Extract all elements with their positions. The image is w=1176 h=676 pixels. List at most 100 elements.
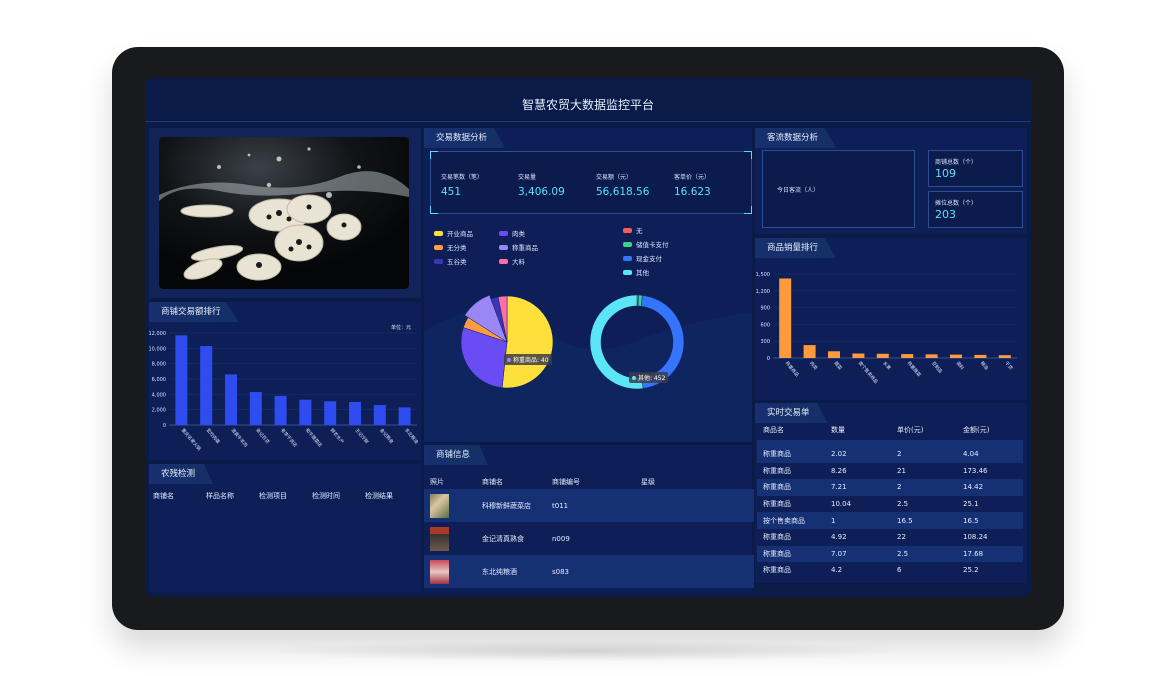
today-traffic-label: 今日客流（人） — [777, 187, 820, 194]
legend-item[interactable]: 开业商品 — [434, 228, 473, 238]
legend-item[interactable]: 现金支付 — [623, 253, 662, 263]
legend-swatch — [623, 227, 632, 233]
table-cell: 14.42 — [957, 479, 1023, 496]
legend-item[interactable]: 无 — [623, 225, 643, 235]
table-row[interactable]: 按个售卖商品 1 16.5 16.5 — [757, 512, 1023, 529]
x-tick-label: 豆制品 — [930, 360, 944, 375]
column-header: 单价(元) — [897, 426, 924, 434]
traffic-panel: 客流数据分析 今日客流（人） 商铺总数（个） 109 摊位总数（个） 203 — [755, 128, 1027, 234]
legend-item[interactable]: 称重商品 — [499, 242, 538, 252]
stat-trade-amount: 交易额（元） 56,618.56 — [596, 172, 649, 198]
table-row[interactable]: 称重商品 2.02 2 4.04 — [757, 446, 1023, 463]
table-cell: 2 — [891, 479, 957, 496]
trade-tab[interactable]: 交易数据分析 — [424, 128, 506, 148]
table-row[interactable]: 称重商品 10.04 2.5 25.1 — [757, 496, 1023, 513]
column-header: 照片 — [430, 478, 444, 486]
table-row[interactable]: 称重商品 4.92 22 108.24 — [757, 529, 1023, 546]
shop-rank-panel: 商铺交易额排行 单位：元 0 2,000 4,000 6,000 8,000 10,000… — [149, 302, 421, 460]
donut-tooltip: 其他: 452 — [629, 372, 669, 383]
table-cell: 称重商品 — [763, 500, 791, 509]
shop-rank-tab[interactable]: 商铺交易额排行 — [149, 302, 239, 322]
legend-label: 现金支付 — [636, 255, 662, 263]
x-tick-label: 称重商品 — [784, 360, 801, 379]
y-tick-label: 6,000 — [152, 377, 166, 383]
video-panel — [149, 128, 421, 298]
legend-label: 无 — [636, 227, 643, 235]
table-row[interactable]: 称重商品 8.26 21 173.46 — [757, 463, 1023, 480]
realtime-scroll-area[interactable]: 称重商品 2.02 2 4.04 称重商品 8.26 21 173.46 称重商品 7.21 2 14… — [757, 440, 1023, 582]
table-cell: 称重商品 — [763, 533, 791, 542]
table-cell: 6 — [897, 566, 902, 575]
shop-code: t011 — [552, 501, 569, 510]
goods-sales-bar-chart: 0 300 600 900 1,200 1,500 称重商品 肉类 蔬菜 按个售卖商品 水果 称重蔬菜… — [756, 272, 1017, 385]
y-tick-label: 4,000 — [152, 392, 166, 398]
legend-item[interactable]: 储值卡支付 — [623, 239, 669, 249]
legend-swatch — [623, 241, 632, 247]
y-tick-label: 8,000 — [152, 362, 166, 368]
legend-item[interactable]: 大料 — [499, 256, 525, 266]
stat-value: 56,618.56 — [596, 186, 650, 198]
legend-label: 五谷类 — [447, 258, 467, 266]
stat-trade-count: 交易笔数（笔） 451 — [441, 172, 483, 198]
column-header: 商品名 — [763, 426, 784, 434]
table-cell: 17.68 — [957, 545, 1023, 563]
legend-swatch — [623, 255, 632, 261]
table-row[interactable]: 称重商品 7.07 2.5 17.68 — [757, 545, 1023, 563]
traffic-tab[interactable]: 客流数据分析 — [755, 128, 837, 148]
y-tick-label: 0 — [163, 423, 166, 429]
x-tick-label: 王记冷鲜 — [353, 427, 370, 446]
column-header: 检测结果 — [365, 492, 393, 500]
stat-label: 客单价（元） — [674, 174, 711, 181]
table-cell: 1 — [825, 512, 891, 529]
table-row[interactable]: 东北纯粮酒 s083 — [424, 555, 754, 588]
dashboard-header: 智慧农贸大数据监控平台 — [145, 78, 1031, 122]
column-header: 数量 — [831, 426, 845, 434]
realtime-panel: 实时交易单 商品名 数量 单价(元) 金额(元) 称重商品 2.02 2 4.04 称重… — [755, 403, 1027, 583]
bar — [876, 353, 889, 358]
y-tick-label: 300 — [760, 339, 770, 345]
table-cell: 2.5 — [891, 545, 957, 563]
stall-count-label: 摊位总数（个） — [935, 200, 978, 207]
column-header: 金额(元) — [963, 426, 990, 434]
shop-info-tab[interactable]: 商铺信息 — [424, 445, 489, 465]
page-title: 智慧农贸大数据监控平台 — [521, 98, 654, 112]
goods-rank-tab[interactable]: 商品销量排行 — [755, 238, 837, 258]
legend-swatch — [434, 258, 443, 264]
lotus-video-image[interactable] — [159, 137, 409, 289]
stats-box: 交易笔数（笔） 451 交易量 3,406.09 交易额（元） 56,618.56 客… — [430, 151, 752, 214]
table-cell: 173.46 — [963, 466, 988, 475]
x-tick-label: 东北粮油 — [403, 427, 420, 446]
stat-label: 交易量 — [518, 174, 537, 181]
x-tick-label: 肉类 — [808, 360, 819, 372]
table-cell: 10.04 — [831, 500, 852, 509]
table-cell: 108.24 — [963, 533, 988, 542]
bar — [274, 395, 287, 425]
pesticide-tab[interactable]: 农残检测 — [149, 464, 214, 484]
table-cell: 称重商品 — [757, 479, 825, 496]
tooltip-text: 其他: 452 — [638, 375, 666, 382]
realtime-tab[interactable]: 实时交易单 — [755, 403, 828, 423]
legend-item[interactable]: 肉类 — [499, 228, 525, 238]
legend-item[interactable]: 五谷类 — [434, 256, 467, 266]
table-row[interactable]: 金记清真熟食 n009 — [424, 522, 754, 555]
bar — [175, 335, 188, 425]
realtime-table: 商品名 数量 单价(元) 金额(元) — [757, 425, 1023, 435]
x-tick-label: 张记百货 — [254, 427, 271, 446]
stall-count-value: 203 — [935, 208, 956, 221]
legend-label: 称重商品 — [512, 244, 538, 252]
table-row[interactable]: 称重商品 7.21 2 14.42 — [757, 479, 1023, 496]
table-cell: 称重商品 — [757, 446, 825, 463]
tooltip-dot — [632, 375, 636, 380]
table-row[interactable]: 科穆新鲜蔬菜店 t011 — [424, 489, 754, 522]
bar — [803, 345, 816, 358]
table-cell: 4.04 — [957, 446, 1023, 463]
column-header: 样品名称 — [206, 492, 234, 500]
column-header: 检测项目 — [259, 492, 287, 500]
table-row[interactable]: 称重商品 4.2 6 25.2 — [757, 562, 1023, 579]
bar — [200, 346, 213, 425]
bar — [974, 354, 987, 358]
today-traffic-box: 今日客流（人） — [762, 150, 915, 228]
legend-item[interactable]: 无分类 — [434, 242, 467, 252]
shop-photo — [430, 526, 449, 551]
shop-name: 金记清真熟食 — [482, 534, 524, 543]
